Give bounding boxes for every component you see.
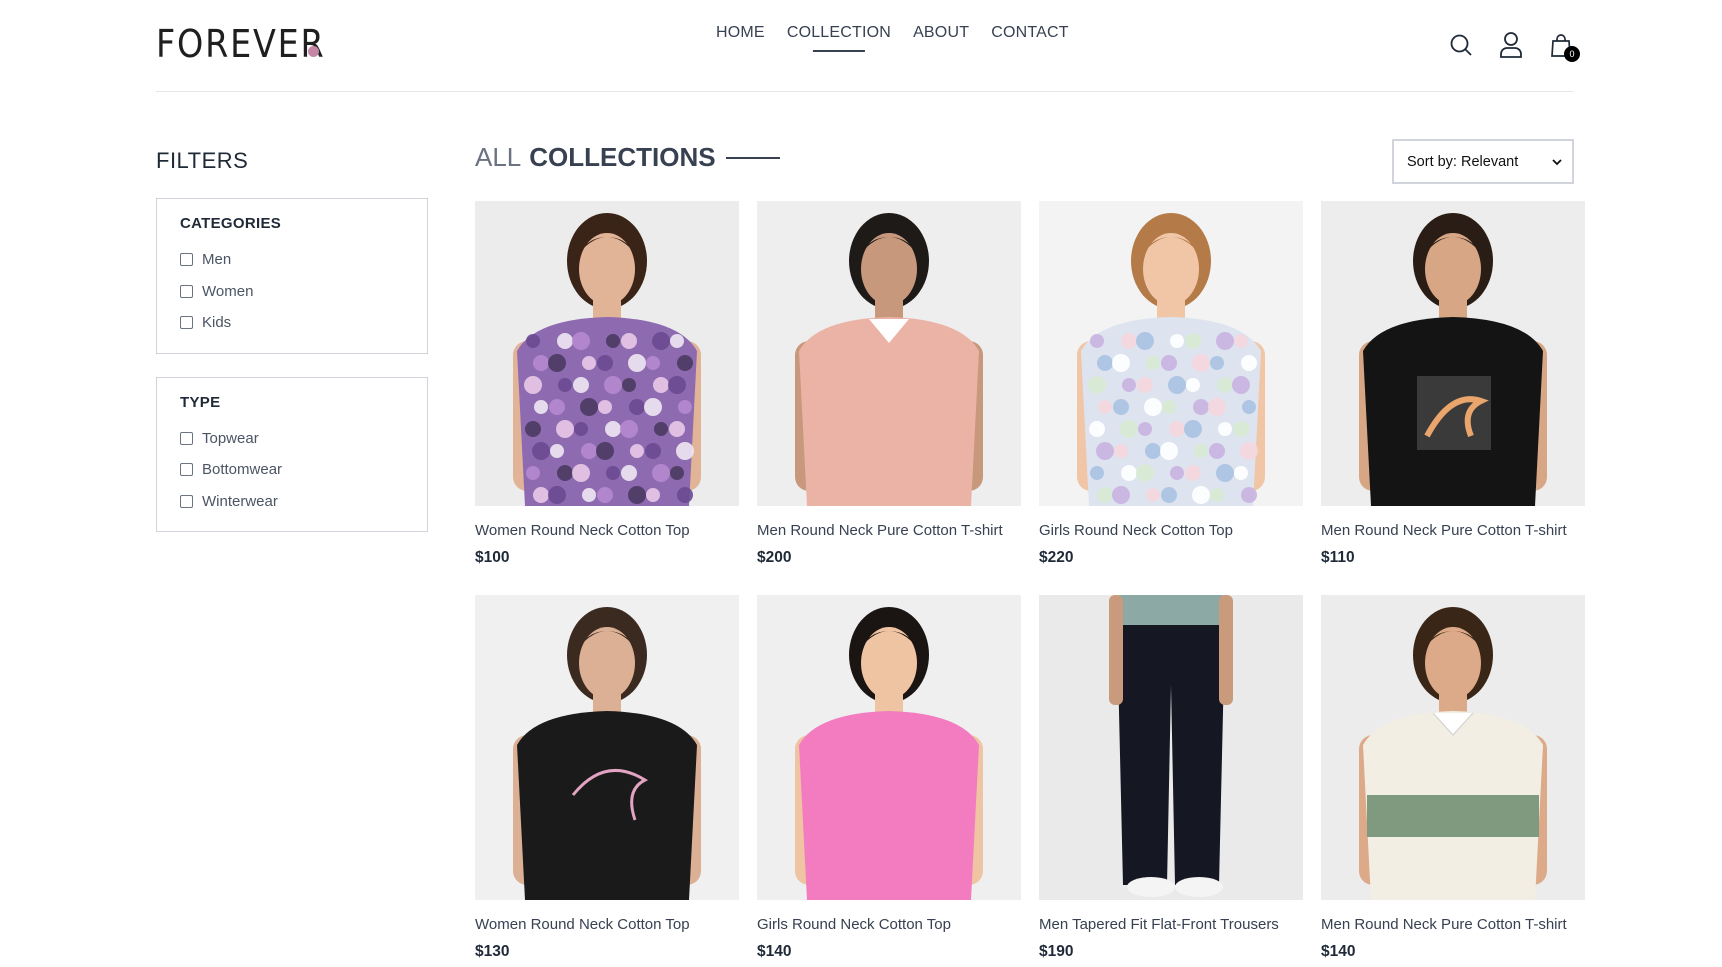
filter-option-bottomwear[interactable]: Bottomwear <box>180 454 404 486</box>
collection-title-dark: COLLECTIONS <box>529 142 716 172</box>
filters-sidebar: FILTERS CATEGORIES Men Women Kids TYPE Top… <box>156 148 428 555</box>
product-name[interactable]: Men Round Neck Pure Cotton T-shirt <box>757 522 1021 539</box>
categories-options: Men Women Kids <box>180 244 404 339</box>
filter-option-label: Topwear <box>202 429 259 447</box>
type-filter: TYPE Topwear Bottomwear Winterwear <box>156 376 428 532</box>
checkbox[interactable] <box>180 316 193 330</box>
cart-icon[interactable]: 0 <box>1548 30 1580 62</box>
collection-main: ALL COLLECTIONS Sort by: Relevant Women … <box>475 122 1585 960</box>
product-card[interactable]: Women Round Neck Cotton Top $130 <box>475 595 739 961</box>
product-image[interactable] <box>475 595 739 900</box>
product-card[interactable]: Girls Round Neck Cotton Top $140 <box>757 595 1021 961</box>
checkbox[interactable] <box>180 284 193 298</box>
profile-icon[interactable] <box>1498 30 1524 60</box>
sort-select[interactable]: Sort by: Relevant <box>1392 139 1574 184</box>
product-image[interactable] <box>1039 595 1303 900</box>
header-icons: 0 <box>1448 30 1580 62</box>
checkbox[interactable] <box>180 253 193 267</box>
collection-title-light: ALL <box>475 142 522 172</box>
filter-option-label: Women <box>202 282 254 300</box>
page: FOREVER HOME COLLECTION ABOUT CONTACT 0 FIL… <box>156 0 1585 960</box>
categories-filter: CATEGORIES Men Women Kids <box>156 198 428 354</box>
product-price: $220 <box>1039 549 1074 566</box>
product-image[interactable] <box>1039 201 1303 506</box>
type-options: Topwear Bottomwear Winterwear <box>180 423 404 518</box>
product-card[interactable]: Girls Round Neck Cotton Top $220 <box>1039 201 1303 567</box>
nav-about[interactable]: ABOUT <box>913 24 969 52</box>
product-image[interactable] <box>757 201 1021 506</box>
search-icon[interactable] <box>1448 30 1474 60</box>
product-grid: Women Round Neck Cotton Top $100 Men Round… <box>475 201 1585 961</box>
product-image[interactable] <box>757 595 1021 900</box>
collection-header: ALL COLLECTIONS Sort by: Relevant <box>475 122 1574 184</box>
filter-option-label: Winterwear <box>202 492 278 510</box>
product-name[interactable]: Women Round Neck Cotton Top <box>475 916 739 933</box>
checkbox[interactable] <box>180 431 193 445</box>
filter-option-women[interactable]: Women <box>180 276 404 308</box>
product-price: $100 <box>475 549 510 566</box>
product-image[interactable] <box>1321 201 1585 506</box>
filters-title[interactable]: FILTERS <box>156 148 428 174</box>
filter-option-kids[interactable]: Kids <box>180 307 404 339</box>
filter-option-men[interactable]: Men <box>180 244 404 276</box>
product-name[interactable]: Women Round Neck Cotton Top <box>475 522 739 539</box>
product-card[interactable]: Men Round Neck Pure Cotton T-shirt $200 <box>757 201 1021 567</box>
checkbox[interactable] <box>180 494 193 508</box>
product-image[interactable] <box>475 201 739 506</box>
product-price: $140 <box>1321 943 1356 960</box>
cart-count-badge: 0 <box>1564 46 1580 62</box>
sort-select-value: Sort by: Relevant <box>1407 153 1519 170</box>
categories-title: CATEGORIES <box>180 215 282 232</box>
filter-option-label: Kids <box>202 314 232 332</box>
main-nav: HOME COLLECTION ABOUT CONTACT <box>716 24 1069 52</box>
product-price: $110 <box>1321 549 1355 566</box>
product-image[interactable] <box>1321 595 1585 900</box>
product-card[interactable]: Men Round Neck Pure Cotton T-shirt $110 <box>1321 201 1585 567</box>
filter-option-label: Men <box>202 251 232 269</box>
nav-contact[interactable]: CONTACT <box>991 24 1069 52</box>
logo[interactable]: FOREVER <box>156 22 325 66</box>
product-card[interactable]: Men Tapered Fit Flat-Front Trousers $190 <box>1039 595 1303 961</box>
nav-home[interactable]: HOME <box>716 24 765 52</box>
checkbox[interactable] <box>180 463 193 477</box>
product-card[interactable]: Women Round Neck Cotton Top $100 <box>475 201 739 567</box>
filter-option-winterwear[interactable]: Winterwear <box>180 486 404 518</box>
product-name[interactable]: Girls Round Neck Cotton Top <box>757 916 1021 933</box>
product-card[interactable]: Men Round Neck Pure Cotton T-shirt $140 <box>1321 595 1585 961</box>
product-name[interactable]: Men Round Neck Pure Cotton T-shirt <box>1321 522 1585 539</box>
site-header: FOREVER HOME COLLECTION ABOUT CONTACT 0 <box>156 0 1580 92</box>
collection-title: ALL COLLECTIONS <box>475 142 780 173</box>
product-name[interactable]: Men Tapered Fit Flat-Front Trousers <box>1039 916 1303 933</box>
product-price: $200 <box>757 549 792 566</box>
product-price: $140 <box>757 943 792 960</box>
type-title: TYPE <box>180 393 221 411</box>
nav-collection[interactable]: COLLECTION <box>787 24 891 52</box>
chevron-down-icon <box>1552 158 1562 165</box>
logo-dot <box>308 46 319 57</box>
filter-option-label: Bottomwear <box>202 461 283 479</box>
product-name[interactable]: Men Round Neck Pure Cotton T-shirt <box>1321 916 1585 933</box>
filter-option-topwear[interactable]: Topwear <box>180 423 404 455</box>
title-underline <box>725 156 780 159</box>
product-price: $130 <box>475 943 510 960</box>
product-price: $190 <box>1039 943 1074 960</box>
product-name[interactable]: Girls Round Neck Cotton Top <box>1039 522 1303 539</box>
